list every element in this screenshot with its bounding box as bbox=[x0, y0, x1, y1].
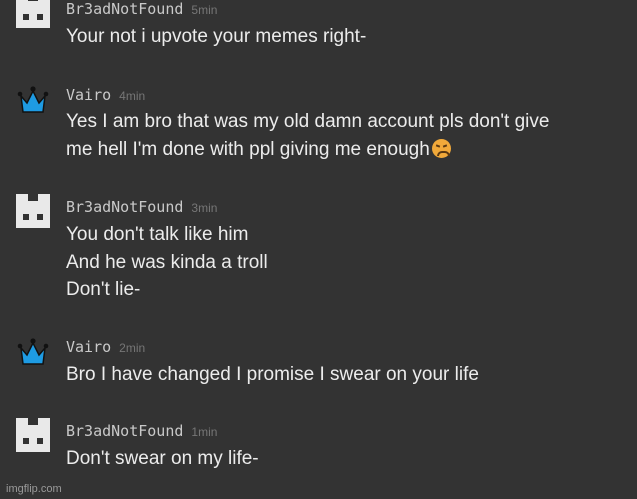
user-avatar[interactable] bbox=[14, 334, 52, 372]
ghost-block-icon bbox=[16, 194, 50, 228]
timestamp: 3min bbox=[191, 201, 218, 215]
crown-icon bbox=[17, 338, 49, 365]
comment-text: Don't swear on my life- bbox=[66, 445, 627, 473]
comment-line-with-emoji: me hell I'm done with ppl giving me enou… bbox=[66, 136, 627, 164]
comment-line: Don't lie- bbox=[66, 279, 141, 300]
comment-line: Bro I have changed I promise I swear on … bbox=[66, 364, 479, 385]
timestamp: 4min bbox=[119, 89, 146, 103]
timestamp: 2min bbox=[119, 341, 146, 355]
username[interactable]: Vairo 2min bbox=[66, 338, 145, 356]
username[interactable]: Br3adNotFound 5min bbox=[66, 0, 217, 18]
user-avatar[interactable] bbox=[14, 192, 52, 230]
ghost-block-icon bbox=[16, 418, 50, 452]
ghost-block-icon bbox=[16, 0, 50, 28]
user-avatar[interactable] bbox=[14, 82, 52, 120]
comment-line: And he was kinda a troll bbox=[66, 251, 268, 273]
comment-text: Your not i upvote your memes right- bbox=[66, 23, 627, 51]
comment-line: You don't talk like him bbox=[66, 224, 249, 245]
comment-line: me hell I'm done with ppl giving me enou… bbox=[66, 138, 430, 160]
confounded-face-emoji bbox=[431, 138, 451, 158]
user-avatar[interactable] bbox=[14, 416, 52, 454]
comment-text: Yes I am bro that was my old damn accoun… bbox=[66, 108, 627, 163]
comment-text: You don't talk like him And he was kinda… bbox=[66, 221, 627, 304]
timestamp: 1min bbox=[191, 425, 218, 439]
username[interactable]: Br3adNotFound 3min bbox=[66, 198, 217, 216]
user-avatar[interactable] bbox=[14, 0, 52, 30]
comment-line: Your not i upvote your memes right- bbox=[66, 26, 367, 47]
crown-icon bbox=[17, 86, 49, 113]
imgflip-watermark: imgflip.com bbox=[6, 483, 62, 495]
comment-line: Don't swear on my life- bbox=[66, 448, 259, 469]
comment-text: Bro I have changed I promise I swear on … bbox=[66, 361, 627, 389]
username[interactable]: Vairo 4min bbox=[66, 86, 145, 104]
username[interactable]: Br3adNotFound 1min bbox=[66, 422, 217, 440]
timestamp: 5min bbox=[191, 3, 218, 17]
comment-line: Yes I am bro that was my old damn accoun… bbox=[66, 111, 550, 132]
